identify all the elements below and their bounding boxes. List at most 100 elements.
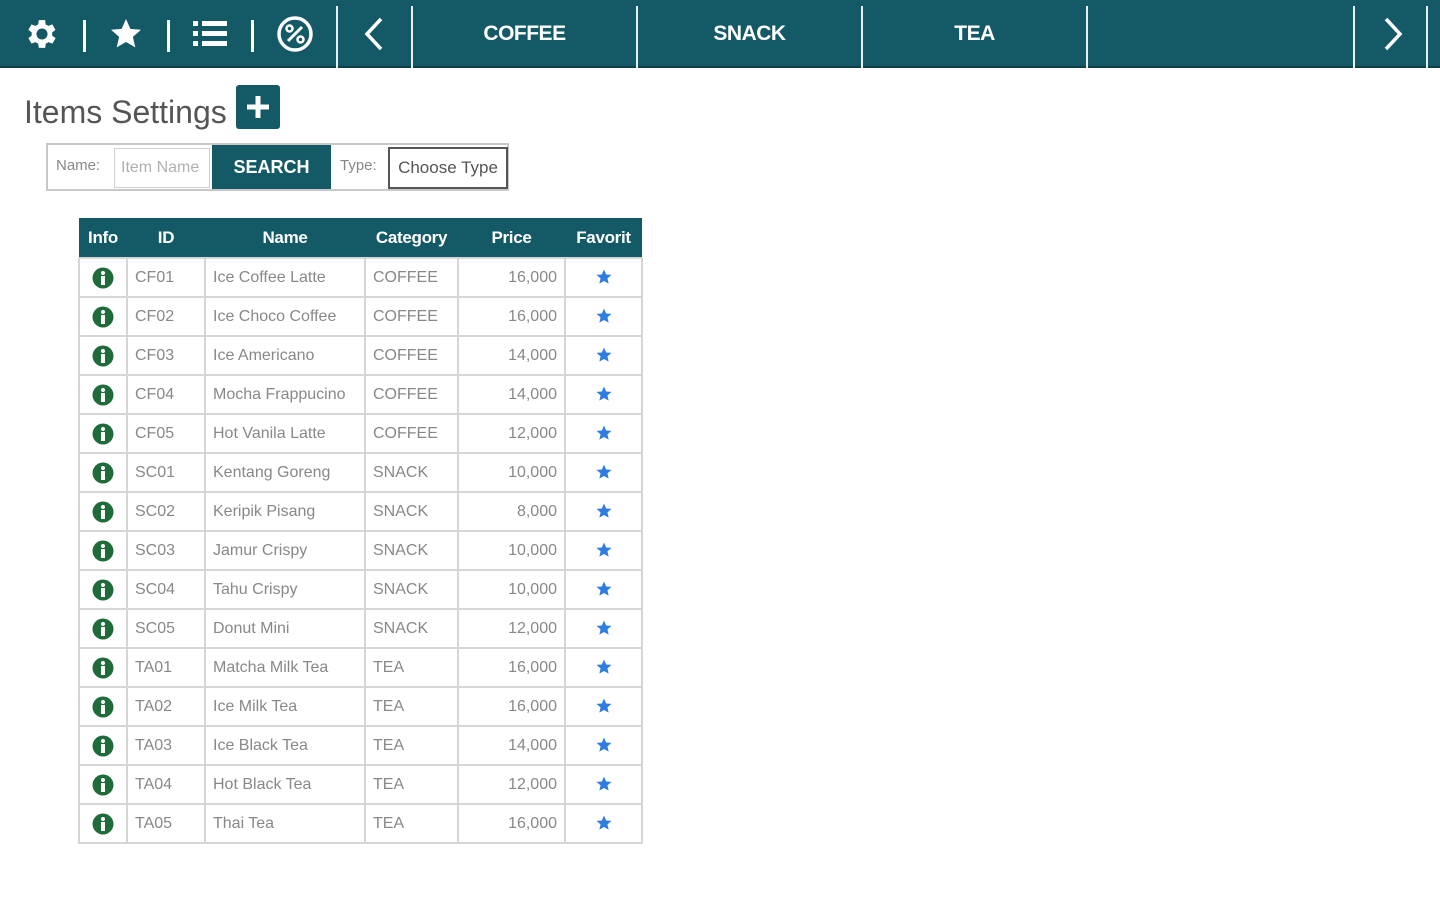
favorite-star-icon[interactable] — [595, 463, 613, 481]
table-body: CF01 Ice Coffee Latte COFFEE 16,000 CF02 Ice … — [78, 257, 643, 844]
favorite-cell — [564, 608, 643, 649]
info-cell — [78, 803, 128, 844]
cell-price: 12,000 — [457, 764, 566, 805]
favorite-cell — [564, 725, 643, 766]
info-icon[interactable] — [92, 462, 114, 484]
favorite-cell — [564, 686, 643, 727]
tab-snack[interactable]: SNACK — [638, 0, 861, 68]
favorite-star-icon[interactable] — [595, 502, 613, 520]
favorite-star-icon[interactable] — [595, 541, 613, 559]
cell-id: SC05 — [126, 608, 206, 649]
info-icon[interactable] — [92, 423, 114, 445]
cell-price: 14,000 — [457, 725, 566, 766]
table-row[interactable]: TA04 Hot Black Tea TEA 12,000 — [78, 764, 643, 805]
header-info: Info — [79, 218, 127, 258]
info-icon[interactable] — [92, 384, 114, 406]
info-icon[interactable] — [92, 501, 114, 523]
cell-price: 16,000 — [457, 257, 566, 298]
info-cell — [78, 569, 128, 610]
favorite-star-icon[interactable] — [595, 346, 613, 364]
favorite-star-icon[interactable] — [595, 619, 613, 637]
tab-divider — [1086, 6, 1088, 68]
cell-name: Ice Black Tea — [204, 725, 366, 766]
favorite-cell — [564, 803, 643, 844]
table-row[interactable]: TA01 Matcha Milk Tea TEA 16,000 — [78, 647, 643, 688]
table-row[interactable]: SC02 Keripik Pisang SNACK 8,000 — [78, 491, 643, 532]
tab-divider — [1353, 6, 1355, 68]
info-icon[interactable] — [92, 813, 114, 835]
cell-id: TA05 — [126, 803, 206, 844]
favorite-cell — [564, 569, 643, 610]
info-icon[interactable] — [92, 696, 114, 718]
table-row[interactable]: CF02 Ice Choco Coffee COFFEE 16,000 — [78, 296, 643, 337]
cell-category: SNACK — [364, 491, 459, 532]
toolbar-divider — [167, 20, 170, 52]
cell-name: Matcha Milk Tea — [204, 647, 366, 688]
table-row[interactable]: TA02 Ice Milk Tea TEA 16,000 — [78, 686, 643, 727]
table-row[interactable]: SC01 Kentang Goreng SNACK 10,000 — [78, 452, 643, 493]
table-row[interactable]: TA03 Ice Black Tea TEA 14,000 — [78, 725, 643, 766]
favorite-star-icon[interactable] — [595, 775, 613, 793]
info-icon[interactable] — [92, 306, 114, 328]
info-cell — [78, 608, 128, 649]
star-icon[interactable] — [106, 14, 146, 54]
favorite-star-icon[interactable] — [595, 385, 613, 403]
favorite-star-icon[interactable] — [595, 736, 613, 754]
cell-name: Ice Coffee Latte — [204, 257, 366, 298]
favorite-star-icon[interactable] — [595, 268, 613, 286]
table-row[interactable]: CF01 Ice Coffee Latte COFFEE 16,000 — [78, 257, 643, 298]
tab-divider — [1426, 6, 1428, 68]
info-icon[interactable] — [92, 579, 114, 601]
table-row[interactable]: SC05 Donut Mini SNACK 12,000 — [78, 608, 643, 649]
gear-icon[interactable] — [22, 14, 62, 54]
favorite-star-icon[interactable] — [595, 658, 613, 676]
info-icon[interactable] — [92, 618, 114, 640]
cell-price: 8,000 — [457, 491, 566, 532]
cell-category: TEA — [364, 686, 459, 727]
info-cell — [78, 335, 128, 376]
cell-name: Mocha Frappucino — [204, 374, 366, 415]
table-row[interactable]: CF05 Hot Vanila Latte COFFEE 12,000 — [78, 413, 643, 454]
cell-category: COFFEE — [364, 413, 459, 454]
favorite-star-icon[interactable] — [595, 697, 613, 715]
info-icon[interactable] — [92, 774, 114, 796]
favorite-star-icon[interactable] — [595, 424, 613, 442]
chevron-right-icon[interactable] — [1372, 14, 1412, 54]
info-icon[interactable] — [92, 267, 114, 289]
cell-price: 12,000 — [457, 608, 566, 649]
favorite-cell — [564, 647, 643, 688]
search-button[interactable]: SEARCH — [212, 145, 331, 189]
info-icon[interactable] — [92, 345, 114, 367]
cell-price: 16,000 — [457, 647, 566, 688]
favorite-cell — [564, 452, 643, 493]
toolbar-divider — [251, 20, 254, 52]
add-item-button[interactable] — [236, 85, 280, 129]
list-icon[interactable] — [190, 14, 230, 54]
table-row[interactable]: TA05 Thai Tea TEA 16,000 — [78, 803, 643, 844]
favorite-star-icon[interactable] — [595, 307, 613, 325]
table-row[interactable]: CF03 Ice Americano COFFEE 14,000 — [78, 335, 643, 376]
info-cell — [78, 725, 128, 766]
favorite-star-icon[interactable] — [595, 814, 613, 832]
tab-tea[interactable]: TEA — [863, 0, 1086, 68]
favorite-star-icon[interactable] — [595, 580, 613, 598]
info-icon[interactable] — [92, 540, 114, 562]
cell-category: COFFEE — [364, 257, 459, 298]
cell-price: 14,000 — [457, 374, 566, 415]
cell-id: CF02 — [126, 296, 206, 337]
table-row[interactable]: CF04 Mocha Frappucino COFFEE 14,000 — [78, 374, 643, 415]
cell-id: CF04 — [126, 374, 206, 415]
table-row[interactable]: SC04 Tahu Crispy SNACK 10,000 — [78, 569, 643, 610]
info-icon[interactable] — [92, 735, 114, 757]
table-row[interactable]: SC03 Jamur Crispy SNACK 10,000 — [78, 530, 643, 571]
cell-price: 10,000 — [457, 452, 566, 493]
chevron-left-icon[interactable] — [355, 14, 395, 54]
tab-coffee[interactable]: COFFEE — [413, 0, 636, 68]
item-name-input[interactable] — [114, 148, 210, 188]
cell-category: COFFEE — [364, 335, 459, 376]
discount-icon[interactable] — [275, 14, 315, 54]
cell-price: 12,000 — [457, 413, 566, 454]
info-icon[interactable] — [92, 657, 114, 679]
plus-icon — [247, 96, 269, 118]
type-select[interactable]: Choose Type — [388, 147, 508, 189]
